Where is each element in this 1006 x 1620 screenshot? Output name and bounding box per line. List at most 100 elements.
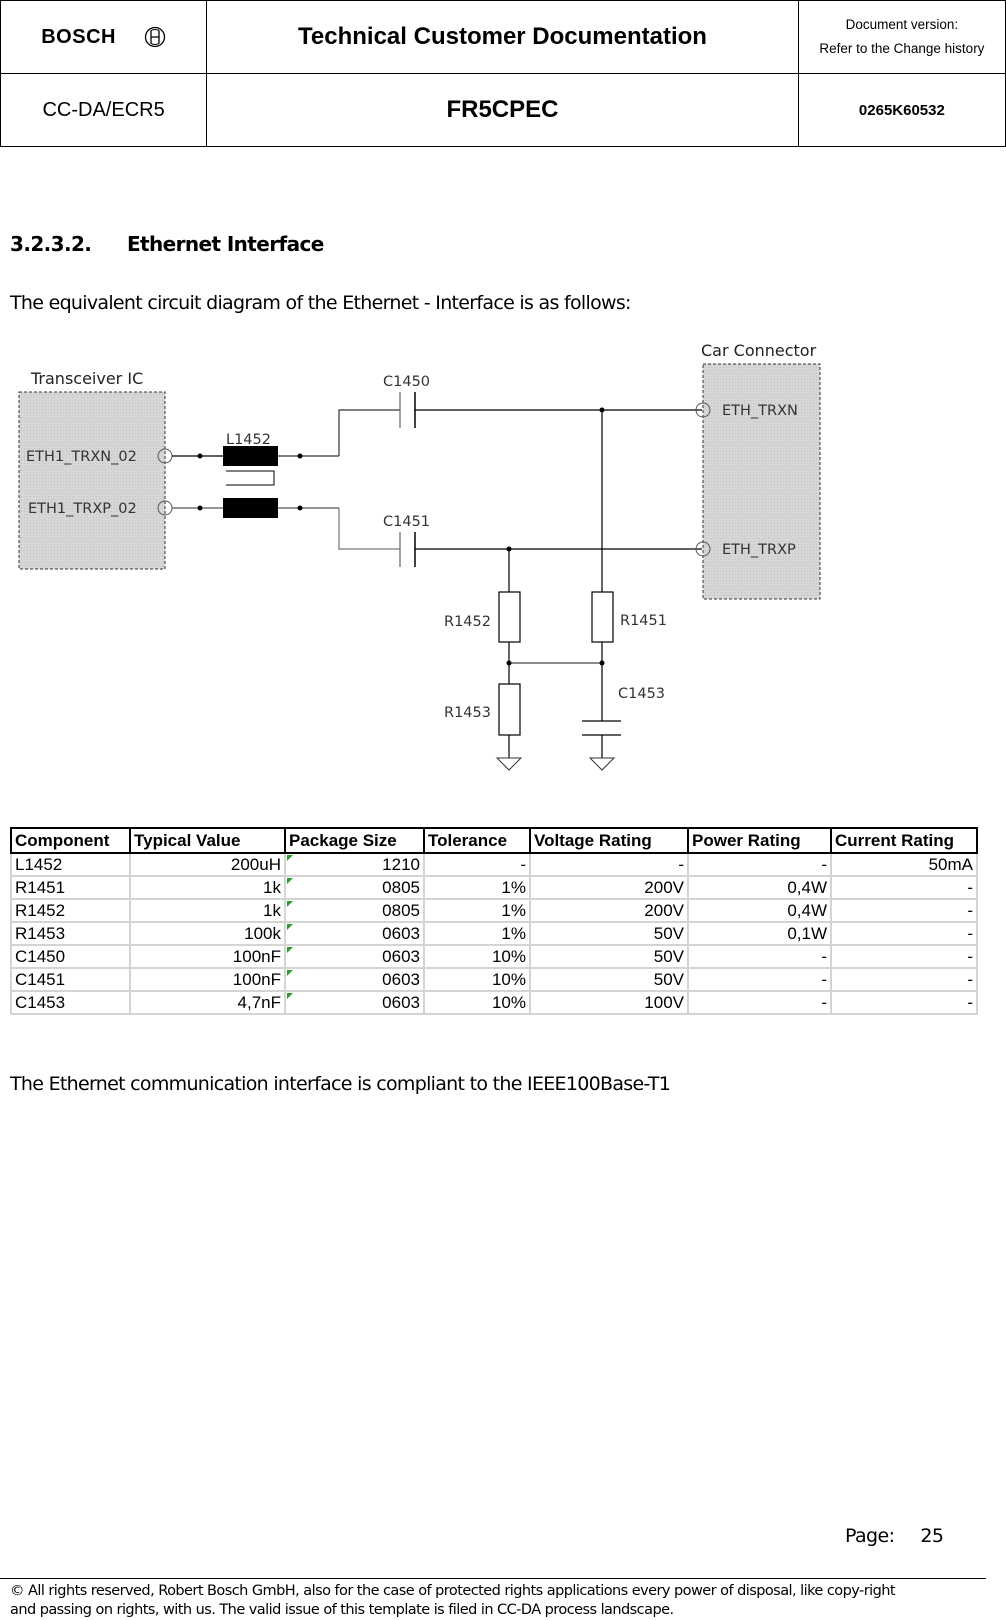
footer-line-2: and passing on rights, with us. The vali…	[10, 1602, 674, 1618]
connector-label: Car Connector	[701, 341, 817, 360]
choke-winding-p	[223, 498, 278, 518]
cap-p-label: C1451	[383, 514, 430, 530]
section-number: 3.2.3.2.	[10, 232, 92, 256]
cell-current-rating: -	[830, 967, 978, 992]
cell-package-size: 0603	[284, 944, 425, 969]
cell-typical-value: 100k	[129, 921, 286, 946]
table-row: C1451 100nF 0603 10% 50V - -	[10, 967, 978, 992]
cell-current-rating: 50mA	[830, 852, 978, 877]
cell-package-size: 0603	[284, 967, 425, 992]
cell-component: C1450	[10, 944, 131, 969]
transceiver-label: Transceiver IC	[30, 369, 143, 388]
cell-typical-value: 1k	[129, 898, 286, 923]
cell-package-size: 0805	[284, 875, 425, 900]
cell-component: C1451	[10, 967, 131, 992]
table-row: R1453 100k 0603 1% 50V 0,1W -	[10, 921, 978, 946]
document-header: BOSCH Technical Customer Documentation D…	[0, 0, 1006, 147]
document-version-cell: Document version: Refer to the Change hi…	[797, 0, 1006, 74]
column-header: Component	[10, 827, 131, 854]
compliance-statement: The Ethernet communication interface is …	[10, 1073, 671, 1095]
resistor-r1451	[591, 591, 614, 643]
copyright-footer: © All rights reserved, Robert Bosch GmbH…	[10, 1582, 1000, 1620]
cell-typical-value: 100nF	[129, 967, 286, 992]
section-title: Ethernet Interface	[127, 232, 324, 256]
cell-component: R1453	[10, 921, 131, 946]
choke-winding-n	[223, 446, 278, 466]
cell-tolerance: 1%	[423, 921, 531, 946]
cell-package-size: 0805	[284, 898, 425, 923]
res-b-label: R1451	[620, 613, 667, 629]
section-heading: 3.2.3.2. Ethernet Interface	[10, 232, 324, 256]
table-row: C1450 100nF 0603 10% 50V - -	[10, 944, 978, 969]
cell-tolerance: 10%	[423, 944, 531, 969]
cell-current-rating: -	[830, 944, 978, 969]
transceiver-pin-trxn: ETH1_TRXN_02	[26, 449, 137, 465]
cell-current-rating: -	[830, 875, 978, 900]
table-header-row: Component Typical Value Package Size Tol…	[10, 827, 978, 854]
cell-tolerance: 10%	[423, 990, 531, 1015]
junction-dot	[197, 453, 203, 459]
cell-power-rating: -	[687, 944, 832, 969]
connector-pin-trxp: ETH_TRXP	[722, 542, 796, 558]
cell-package-size: 0603	[284, 921, 425, 946]
connector-pin-trxn: ETH_TRXN	[722, 403, 798, 419]
department: CC-DA/ECR5	[0, 73, 208, 147]
ground-icon	[588, 757, 616, 771]
cell-typical-value: 4,7nF	[129, 990, 286, 1015]
junction-dot	[297, 453, 303, 459]
transceiver-block	[18, 391, 166, 570]
document-number: 0265K60532	[797, 73, 1006, 147]
version-label: Document version:	[845, 17, 959, 32]
page-label: Page:	[845, 1525, 895, 1547]
cap-n-label: C1450	[383, 374, 430, 390]
cell-tolerance: 1%	[423, 875, 531, 900]
res-c-label: R1453	[444, 705, 491, 721]
cell-tolerance: -	[423, 852, 531, 877]
ground-icon	[495, 757, 523, 771]
product-name: FR5CPEC	[206, 73, 799, 147]
ethernet-circuit-diagram: Transceiver IC ETH1_TRXN_02 ETH1_TRXP_02…	[18, 341, 821, 771]
table-row: L1452 200uH 1210 - - - 50mA	[10, 852, 978, 877]
footer-divider	[0, 1578, 986, 1579]
choke-core	[226, 470, 275, 486]
cap-gnd-label: C1453	[618, 686, 665, 702]
footer-line-1: © All rights reserved, Robert Bosch GmbH…	[10, 1583, 896, 1599]
logo-cell: BOSCH	[0, 0, 208, 74]
cell-voltage-rating: 200V	[529, 875, 689, 900]
cell-voltage-rating: -	[529, 852, 689, 877]
table-row: C1453 4,7nF 0603 10% 100V - -	[10, 990, 978, 1015]
table-row: R1452 1k 0805 1% 200V 0,4W -	[10, 898, 978, 923]
cell-component: C1453	[10, 990, 131, 1015]
cell-voltage-rating: 200V	[529, 898, 689, 923]
connector-block	[702, 363, 821, 600]
bosch-logo-text: BOSCH	[41, 25, 116, 48]
choke-label: L1452	[226, 432, 271, 448]
cell-tolerance: 10%	[423, 967, 531, 992]
cell-package-size: 0603	[284, 990, 425, 1015]
cell-typical-value: 100nF	[129, 944, 286, 969]
page-value: 25	[920, 1525, 944, 1547]
cell-power-rating: 0,4W	[687, 898, 832, 923]
component-table: Component Typical Value Package Size Tol…	[10, 827, 978, 1015]
intro-paragraph: The equivalent circuit diagram of the Et…	[10, 292, 631, 314]
column-header: Package Size	[284, 827, 425, 854]
column-header: Power Rating	[687, 827, 832, 854]
cell-current-rating: -	[830, 898, 978, 923]
column-header: Current Rating	[830, 827, 978, 854]
bosch-armature-icon	[144, 26, 166, 48]
cell-power-rating: -	[687, 852, 832, 877]
cell-power-rating: -	[687, 967, 832, 992]
cell-power-rating: 0,1W	[687, 921, 832, 946]
cell-power-rating: -	[687, 990, 832, 1015]
cell-voltage-rating: 50V	[529, 921, 689, 946]
cell-voltage-rating: 50V	[529, 967, 689, 992]
page-number: Page: 25	[845, 1525, 944, 1547]
resistor-r1452	[498, 591, 521, 643]
version-value: Refer to the Change history	[819, 41, 985, 56]
junction-dot	[506, 660, 512, 666]
cell-component: L1452	[10, 852, 131, 877]
cell-current-rating: -	[830, 921, 978, 946]
table-row: R1451 1k 0805 1% 200V 0,4W -	[10, 875, 978, 900]
res-a-label: R1452	[444, 614, 491, 630]
junction-dot	[197, 505, 203, 511]
